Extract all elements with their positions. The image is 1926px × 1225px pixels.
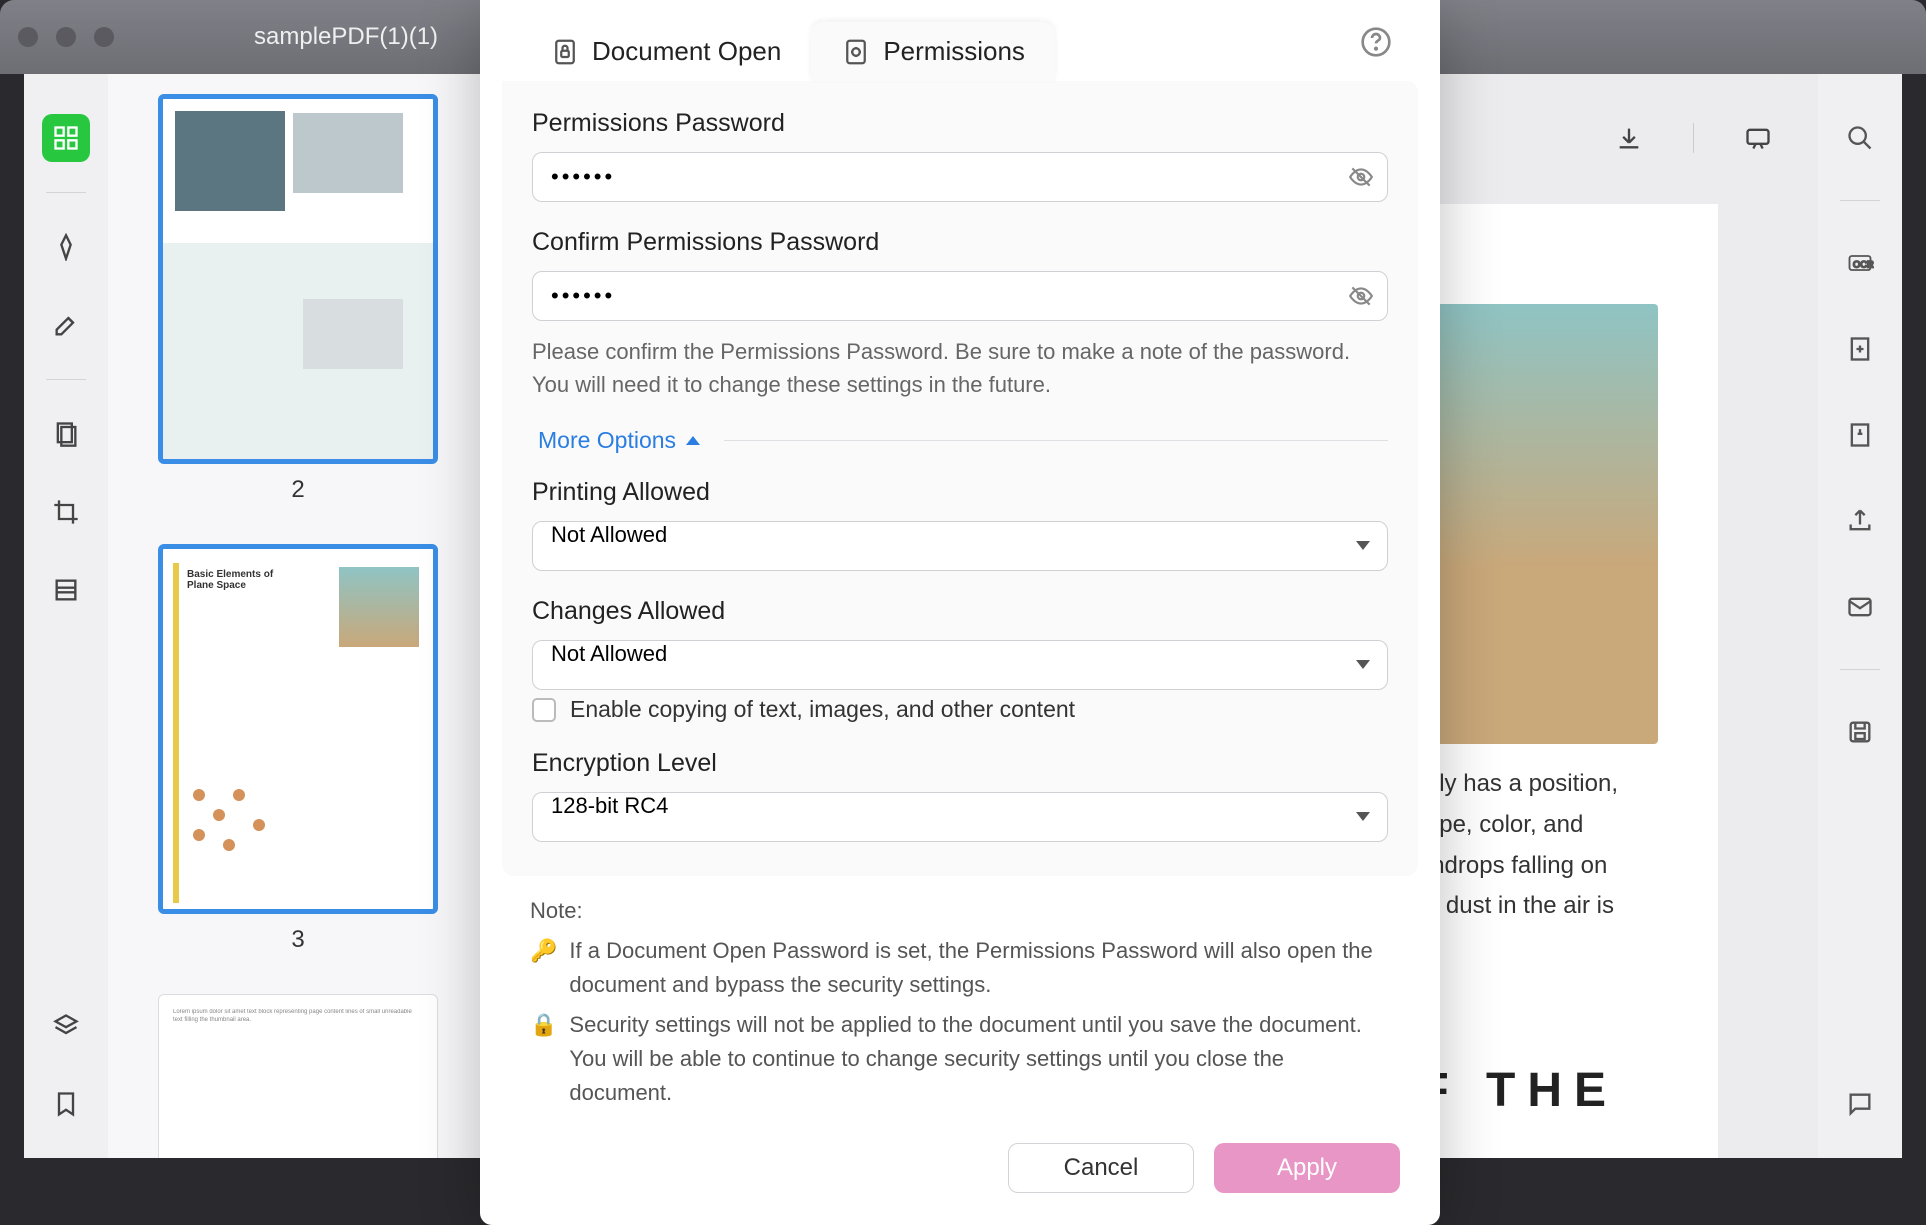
email-button[interactable] <box>1836 583 1884 631</box>
changes-allowed-field: Changes Allowed Not Allowed Enable copyi… <box>532 597 1388 723</box>
separator <box>1840 669 1880 670</box>
tab-label: Document Open <box>592 36 781 67</box>
tab-label: Permissions <box>883 36 1025 67</box>
edit-text-tool-button[interactable] <box>42 301 90 349</box>
show-password-icon[interactable] <box>1348 164 1374 190</box>
save-button[interactable] <box>1836 708 1884 756</box>
help-icon[interactable] <box>1360 26 1392 58</box>
changes-allowed-select[interactable]: Not Allowed <box>532 640 1388 690</box>
encryption-level-field: Encryption Level 128-bit RC4 <box>532 749 1388 842</box>
share-button[interactable] <box>1836 497 1884 545</box>
chevron-down-icon <box>1356 660 1370 669</box>
modal-tabs: Document Open Permissions <box>480 0 1440 81</box>
separator <box>46 379 86 380</box>
apply-button[interactable]: Apply <box>1214 1143 1400 1193</box>
field-label: Encryption Level <box>532 749 1388 778</box>
right-toolbar: OCR <box>1818 74 1902 1158</box>
compress-button[interactable] <box>1836 411 1884 459</box>
security-settings-modal: Document Open Permissions Permissions Pa… <box>480 0 1440 1225</box>
modal-body: Permissions Password Confirm Permissions… <box>502 81 1418 876</box>
permissions-password-input[interactable] <box>532 152 1388 202</box>
confirm-password-input[interactable] <box>532 271 1388 321</box>
chevron-up-icon <box>686 436 700 445</box>
svg-text:OCR: OCR <box>1853 260 1874 270</box>
tab-permissions[interactable]: Permissions <box>811 22 1055 81</box>
field-label: Printing Allowed <box>532 478 1388 507</box>
checkbox-icon[interactable] <box>532 698 556 722</box>
modal-footer: Cancel Apply <box>480 1135 1440 1225</box>
lock-page-icon <box>550 37 580 67</box>
field-label: Changes Allowed <box>532 597 1388 626</box>
separator <box>724 440 1388 441</box>
minimize-window-icon[interactable] <box>56 27 76 47</box>
chevron-down-icon <box>1356 812 1370 821</box>
download-button[interactable] <box>1605 114 1653 162</box>
window-controls <box>18 27 114 47</box>
permissions-password-field: Permissions Password <box>532 109 1388 202</box>
redact-tool-button[interactable] <box>42 566 90 614</box>
checkbox-label: Enable copying of text, images, and othe… <box>570 696 1075 723</box>
thumbnails-panel: 2 Basic Elements ofPlane Space 3 Lorem i… <box>108 74 488 1158</box>
field-label: Confirm Permissions Password <box>532 228 1388 257</box>
tab-document-open[interactable]: Document Open <box>520 22 811 81</box>
separator <box>1840 200 1880 201</box>
note-section: Note: 🔑 If a Document Open Password is s… <box>480 876 1440 1135</box>
printing-allowed-field: Printing Allowed Not Allowed <box>532 478 1388 571</box>
enable-copying-checkbox-row[interactable]: Enable copying of text, images, and othe… <box>532 696 1388 723</box>
page-text-fragment: e dust in the air is <box>1426 886 1618 927</box>
thumbnail-label: 2 <box>148 476 448 504</box>
separator <box>1693 123 1694 153</box>
page-text-fragment: indrops falling on <box>1426 846 1618 887</box>
thumbnail-page-4[interactable]: Lorem ipsum dolor sit amet text block re… <box>148 994 448 1158</box>
key-icon: 🔑 <box>530 934 557 1002</box>
permissions-page-icon <box>841 37 871 67</box>
bookmark-button[interactable] <box>42 1080 90 1128</box>
search-button[interactable] <box>1836 114 1884 162</box>
thumbnail-page-3[interactable]: Basic Elements ofPlane Space 3 <box>148 544 448 954</box>
zoom-window-icon[interactable] <box>94 27 114 47</box>
crop-tool-button[interactable] <box>42 488 90 536</box>
more-options-label: More Options <box>538 427 676 454</box>
page-tool-button[interactable] <box>42 410 90 458</box>
field-label: Permissions Password <box>532 109 1388 138</box>
layers-button[interactable] <box>42 1002 90 1050</box>
page-text-fragment: nly has a position, <box>1426 764 1618 805</box>
thumbnail-page-2[interactable]: 2 <box>148 94 448 504</box>
helper-text: Please confirm the Permissions Password.… <box>532 335 1388 401</box>
comment-button[interactable] <box>1836 1080 1884 1128</box>
encryption-level-select[interactable]: 128-bit RC4 <box>532 792 1388 842</box>
more-options-toggle[interactable]: More Options <box>538 427 1388 454</box>
note-text: Security settings will not be applied to… <box>569 1008 1390 1110</box>
convert-button[interactable] <box>1836 325 1884 373</box>
cancel-button[interactable]: Cancel <box>1008 1143 1194 1193</box>
separator <box>46 192 86 193</box>
confirm-password-field: Confirm Permissions Password Please conf… <box>532 228 1388 401</box>
chevron-down-icon <box>1356 541 1370 550</box>
note-text: If a Document Open Password is set, the … <box>569 934 1390 1002</box>
highlight-tool-button[interactable] <box>42 223 90 271</box>
ocr-button[interactable]: OCR <box>1836 239 1884 287</box>
present-button[interactable] <box>1734 114 1782 162</box>
thumbnail-label: 3 <box>148 926 448 954</box>
page-text-fragment: ape, color, and <box>1426 805 1618 846</box>
document-title: samplePDF(1)(1) <box>254 23 438 51</box>
printing-allowed-select[interactable]: Not Allowed <box>532 521 1388 571</box>
show-password-icon[interactable] <box>1348 283 1374 309</box>
close-window-icon[interactable] <box>18 27 38 47</box>
left-toolbar <box>24 74 108 1158</box>
lock-icon: 🔒 <box>530 1008 557 1110</box>
note-heading: Note: <box>530 894 1390 928</box>
thumbnails-panel-button[interactable] <box>42 114 90 162</box>
